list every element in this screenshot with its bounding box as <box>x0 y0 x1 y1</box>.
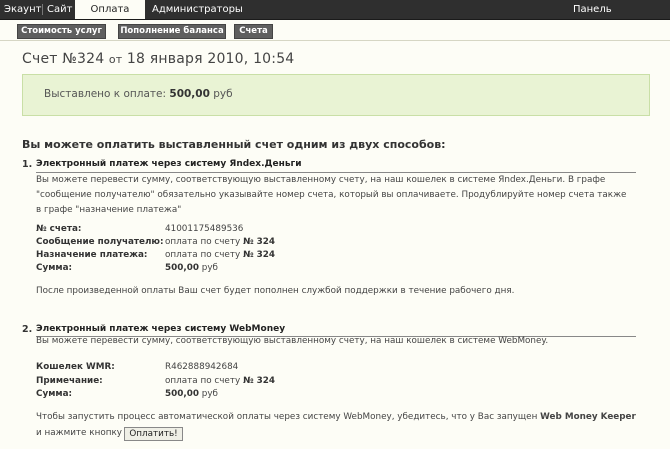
invoice-ref: № 324 <box>242 376 275 386</box>
pay-button[interactable]: Оплатить! <box>124 427 183 441</box>
amount-label: Выставлено к оплате: <box>44 88 167 100</box>
section-number: 2. <box>22 324 33 335</box>
field-label: Кошелек WMR: <box>36 362 115 372</box>
page-title: Счет №324 от 18 января 2010, 10:54 <box>22 51 294 67</box>
invoice-date: 18 января 2010, 10:54 <box>126 51 295 67</box>
yandex-sum-value: 500,00 руб <box>165 263 218 273</box>
field-label: Примечание: <box>36 376 103 386</box>
methods-heading: Вы можете оплатить выставленный счет одн… <box>22 138 446 151</box>
field-label: Сообщение получателю: <box>36 237 164 247</box>
field-value: оплата по счету <box>165 250 241 260</box>
keeper-name: Web Money Keeper <box>540 412 636 422</box>
yandex-footer: После произведенной оплаты Ваш счет буде… <box>36 286 515 296</box>
tab-payment[interactable]: Оплата услуг <box>75 0 145 34</box>
sum-amount: 500,00 <box>165 263 199 273</box>
auto-payment-text: Чтобы запустить процесс автоматической о… <box>36 410 661 425</box>
intro-line: Вы можете перевести сумму, соответствующ… <box>36 175 606 185</box>
amount-value: 500,00 <box>169 88 210 100</box>
note-value: оплата по счету № 324 <box>165 376 275 386</box>
amount-box: Выставлено к оплате: 500,00 руб <box>22 74 650 116</box>
webmoney-sum-value: 500,00 руб <box>165 389 218 399</box>
field-label: Сумма: <box>36 263 73 273</box>
tab-admins[interactable]: Администраторы <box>152 0 243 19</box>
nav-separator <box>42 4 43 15</box>
invoices-button[interactable]: Счета <box>234 24 273 39</box>
intro-line: в графе "назначение платежа" <box>36 205 182 215</box>
tab-account[interactable]: Экаунт <box>4 0 41 19</box>
section-number: 1. <box>22 159 33 170</box>
press-button-text: и нажмите кнопку <box>36 428 122 438</box>
services-cost-button[interactable]: Стоимость услуг <box>17 24 106 39</box>
recipient-message-value: оплата по счету № 324 <box>165 237 275 247</box>
payment-purpose-value: оплата по счету № 324 <box>165 250 275 260</box>
amount-currency: руб <box>213 88 233 100</box>
wmr-wallet-value: R462888942684 <box>165 362 239 372</box>
tab-site[interactable]: Сайт <box>47 0 72 19</box>
amount-text: Выставлено к оплате: 500,00 руб <box>44 88 233 100</box>
field-label: № счета: <box>36 224 82 234</box>
invoice-date-word: от <box>108 53 123 66</box>
field-value: оплата по счету <box>165 237 241 247</box>
yandex-section-title: Электронный платеж через систему Яndex.Д… <box>36 159 302 169</box>
sum-currency: руб <box>201 389 218 399</box>
balance-topup-button[interactable]: Пополнение баланса <box>118 24 226 39</box>
field-label: Назначение платежа: <box>36 250 148 260</box>
field-value: оплата по счету <box>165 376 241 386</box>
control-panel-link[interactable]: Панель управления <box>573 0 670 34</box>
webmoney-section-title: Электронный платеж через систему WebMone… <box>36 324 286 334</box>
sum-currency: руб <box>201 263 218 273</box>
webmoney-intro: Вы можете перевести сумму, соответствующ… <box>36 336 549 346</box>
yandex-wallet-number: 41001175489536 <box>165 224 244 234</box>
intro-line: "сообщение получателю" обязательно указы… <box>36 190 627 200</box>
invoice-ref: № 324 <box>242 250 275 260</box>
top-nav-bar: Экаунт Сайт Оплата услуг Администраторы … <box>0 0 670 34</box>
auto-text: Чтобы запустить процесс автоматической о… <box>36 412 538 422</box>
sub-nav-bar: Стоимость услуг Пополнение баланса Счета <box>0 20 670 41</box>
yandex-intro: Вы можете перевести сумму, соответствующ… <box>36 173 646 218</box>
sum-amount: 500,00 <box>165 389 199 399</box>
field-label: Сумма: <box>36 389 73 399</box>
invoice-number: Счет №324 <box>22 51 105 67</box>
invoice-ref: № 324 <box>242 237 275 247</box>
